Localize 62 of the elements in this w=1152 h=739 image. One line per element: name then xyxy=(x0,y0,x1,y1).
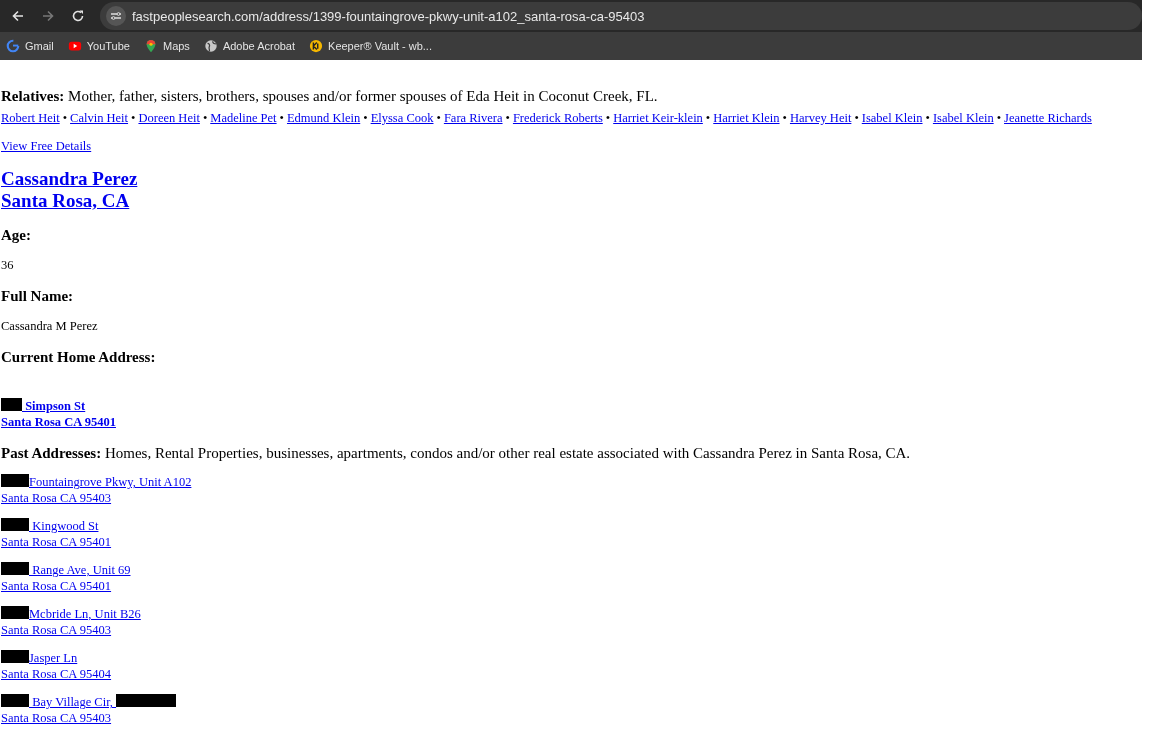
bullet: • xyxy=(131,111,136,125)
bullet: • xyxy=(363,111,368,125)
relative-link[interactable]: Edmund Klein xyxy=(286,111,361,125)
street-link[interactable]: Jasper Ln xyxy=(29,651,78,665)
youtube-icon xyxy=(67,39,82,53)
street-link[interactable]: Fountaingrove Pkwy, Unit A102 xyxy=(29,475,192,489)
bullet: • xyxy=(505,111,510,125)
street-link[interactable]: Kingwood St xyxy=(29,519,99,533)
relative-link[interactable]: Calvin Heit xyxy=(70,111,129,125)
relatives-text: Relatives: Mother, father, sisters, brothers, spouses and/or former spouses of Eda Heit in Coconut Creek, FL. xyxy=(1,87,659,105)
field-label: Full Name: xyxy=(1,288,74,305)
details-link[interactable]: View Free Details xyxy=(1,139,92,154)
bookmark[interactable]: YouTube xyxy=(65,37,132,55)
relative-link[interactable]: Isabel Klein xyxy=(932,111,994,125)
relative-link[interactable]: Harriet Klein xyxy=(713,111,780,125)
bullet: • xyxy=(62,111,68,125)
street-link[interactable]: Bay Village Cir, xyxy=(29,695,117,709)
person-name-link[interactable]: Cassandra Perez xyxy=(1,168,138,190)
city-link[interactable]: Santa Rosa CA 95403 xyxy=(1,623,112,637)
relative-link[interactable]: Harriet Keir-klein xyxy=(613,111,703,125)
street-link[interactable]: Simpson St xyxy=(22,399,86,413)
relative-link[interactable]: Elyssa Cook xyxy=(370,111,434,125)
relative-link[interactable]: Madeline Pet xyxy=(210,111,277,125)
bullet: • xyxy=(854,111,859,125)
globe-icon xyxy=(203,39,218,53)
city-link[interactable]: Santa Rosa CA 95401 xyxy=(1,415,116,429)
field-value: Cassandra M Perez xyxy=(1,319,98,334)
city-link[interactable]: Santa Rosa CA 95401 xyxy=(1,535,112,549)
city-link[interactable]: Santa Rosa CA 95403 xyxy=(1,491,112,505)
relative-link[interactable]: Fara Rivera xyxy=(443,111,503,125)
relative-link[interactable]: Harvey Heit xyxy=(789,111,852,125)
street-link[interactable]: Range Ave, Unit 69 xyxy=(29,563,131,577)
relative-link[interactable]: Jeanette Richards xyxy=(1004,111,1092,125)
bullet: • xyxy=(436,111,441,125)
url-field[interactable]: fastpeoplesearch.com/address/1399-fountaingrove-pkwy-unit-a102_santa-rosa-ca-95403 xyxy=(100,2,1142,30)
street-link[interactable]: Mcbride Ln, Unit B26 xyxy=(29,607,141,621)
city-link[interactable]: Santa Rosa CA 95404 xyxy=(1,667,112,681)
site-settings-icon[interactable] xyxy=(106,6,126,26)
relative-link[interactable]: Doreen Heit xyxy=(138,111,200,125)
bullet: • xyxy=(782,111,787,125)
city-link[interactable]: Santa Rosa CA 95403 xyxy=(1,711,112,725)
relative-link[interactable]: Isabel Klein xyxy=(861,111,923,125)
bullet: • xyxy=(996,111,1002,125)
field-label: Age: xyxy=(1,227,31,244)
google-icon xyxy=(6,39,20,53)
bullet: • xyxy=(705,111,711,125)
field-value: 36 xyxy=(1,258,14,273)
bookmark[interactable]: Keeper® Vault - wb... xyxy=(307,37,434,55)
relative-link[interactable]: Robert Heit xyxy=(1,111,60,125)
bullet: • xyxy=(925,111,930,125)
bullet: • xyxy=(279,111,284,125)
bullet: • xyxy=(202,111,208,125)
keeper-icon xyxy=(309,39,324,53)
city-link[interactable]: Santa Rosa CA 95401 xyxy=(1,579,112,593)
past-addresses-text: Past Addresses: Homes, Rental Properties, businesses, apartments, condos and/or other real estate associated with Cassandra Perez in Santa Rosa, CA. xyxy=(1,444,912,462)
bookmark[interactable]: Maps xyxy=(141,37,192,55)
bookmark[interactable]: Gmail xyxy=(4,37,56,55)
location-link[interactable]: Santa Rosa, CA xyxy=(1,190,130,212)
bullet: • xyxy=(605,111,611,125)
bookmark[interactable]: Adobe Acrobat xyxy=(201,37,298,55)
field-label: Current Home Address: xyxy=(1,349,156,366)
relative-link[interactable]: Frederick Roberts xyxy=(512,111,603,125)
